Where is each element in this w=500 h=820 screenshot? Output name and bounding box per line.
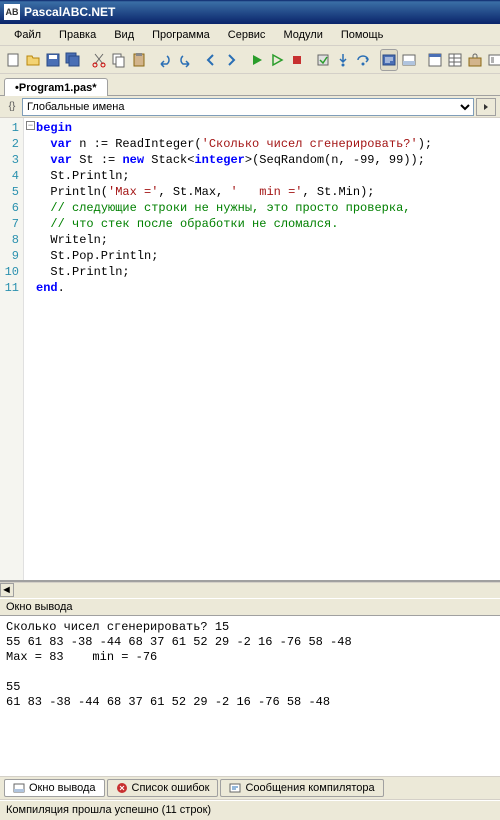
line-gutter: 1234567891011 xyxy=(0,118,24,580)
run-no-debug-button[interactable] xyxy=(268,49,286,71)
code-line[interactable]: end. xyxy=(36,280,500,296)
output-header-label: Окно вывода xyxy=(6,601,73,613)
step-into-button[interactable] xyxy=(334,49,352,71)
titlebar: AB PascalABC.NET xyxy=(0,0,500,24)
editor: 1234567891011 begin var n := ReadInteger… xyxy=(0,118,500,582)
paste-button[interactable] xyxy=(130,49,148,71)
copy-button[interactable] xyxy=(110,49,128,71)
toolbar xyxy=(0,46,500,74)
file-tab-label: •Program1.pas* xyxy=(15,82,97,94)
output-area[interactable]: Сколько чисел сгенерировать? 15 55 61 83… xyxy=(0,616,500,776)
status-text: Компиляция прошла успешно (11 строк) xyxy=(6,804,211,816)
open-file-button[interactable] xyxy=(24,49,42,71)
code-line[interactable]: St.Println; xyxy=(36,168,500,184)
menu-program[interactable]: Программа xyxy=(144,27,218,43)
file-tab[interactable]: •Program1.pas* xyxy=(4,78,108,96)
line-number: 5 xyxy=(0,184,23,200)
compiler-tab-label: Сообщения компилятора xyxy=(245,782,374,794)
app-icon: AB xyxy=(4,4,20,20)
line-number: 3 xyxy=(0,152,23,168)
menu-edit[interactable]: Правка xyxy=(51,27,104,43)
errors-tab-icon xyxy=(116,782,128,794)
scroll-left-button[interactable]: ◄ xyxy=(0,583,14,597)
project-explorer-button[interactable] xyxy=(486,49,500,71)
errors-tab-label: Список ошибок xyxy=(132,782,210,794)
output-panel-button[interactable] xyxy=(400,49,418,71)
line-number: 4 xyxy=(0,168,23,184)
menu-modules[interactable]: Модули xyxy=(275,27,330,43)
compile-button[interactable] xyxy=(314,49,332,71)
line-number: 6 xyxy=(0,200,23,216)
code-line[interactable]: var St := new Stack<integer>(SeqRandom(n… xyxy=(36,152,500,168)
code-line[interactable]: begin xyxy=(36,120,500,136)
menubar: Файл Правка Вид Программа Сервис Модули … xyxy=(0,24,500,46)
menu-service[interactable]: Сервис xyxy=(220,27,274,43)
intellisense-button[interactable] xyxy=(380,49,398,71)
compiler-tab-icon xyxy=(229,782,241,794)
cut-button[interactable] xyxy=(90,49,108,71)
navigate-back-button[interactable] xyxy=(202,49,220,71)
line-number: 9 xyxy=(0,248,23,264)
output-tab-label: Окно вывода xyxy=(29,782,96,794)
toolbox-button[interactable] xyxy=(466,49,484,71)
line-number: 8 xyxy=(0,232,23,248)
tab-bar: •Program1.pas* xyxy=(0,74,500,96)
undo-button[interactable] xyxy=(156,49,174,71)
errors-tab[interactable]: Список ошибок xyxy=(107,779,219,797)
scope-dropdown[interactable]: Глобальные имена xyxy=(22,98,474,116)
step-over-button[interactable] xyxy=(354,49,372,71)
code-line[interactable]: Writeln; xyxy=(36,232,500,248)
output-tab-icon xyxy=(13,782,25,794)
new-file-button[interactable] xyxy=(4,49,22,71)
run-button[interactable] xyxy=(248,49,266,71)
menu-help[interactable]: Помощь xyxy=(333,27,392,43)
save-button[interactable] xyxy=(44,49,62,71)
line-number: 11 xyxy=(0,280,23,296)
line-number: 7 xyxy=(0,216,23,232)
fold-toggle[interactable]: − xyxy=(26,121,35,130)
scope-icon: {} xyxy=(4,99,20,115)
compiler-tab[interactable]: Сообщения компилятора xyxy=(220,779,383,797)
code-line[interactable]: St.Println; xyxy=(36,264,500,280)
code-line[interactable]: var n := ReadInteger('Сколько чисел сген… xyxy=(36,136,500,152)
line-number: 1 xyxy=(0,120,23,136)
form-designer-button[interactable] xyxy=(426,49,444,71)
code-line[interactable]: // следующие строки не нужны, это просто… xyxy=(36,200,500,216)
stop-button[interactable] xyxy=(288,49,306,71)
navigate-forward-button[interactable] xyxy=(222,49,240,71)
properties-button[interactable] xyxy=(446,49,464,71)
statusbar: Компиляция прошла успешно (11 строк) xyxy=(0,800,500,820)
redo-button[interactable] xyxy=(176,49,194,71)
code-line[interactable]: Println('Max =', St.Max, ' min =', St.Mi… xyxy=(36,184,500,200)
app-title: PascalABC.NET xyxy=(24,5,115,19)
bottom-tabs: Окно вывода Список ошибок Сообщения комп… xyxy=(0,776,500,800)
output-header: Окно вывода xyxy=(0,598,500,616)
menu-file[interactable]: Файл xyxy=(6,27,49,43)
output-tab[interactable]: Окно вывода xyxy=(4,779,105,797)
horizontal-scrollbar[interactable]: ◄ xyxy=(0,582,500,598)
code-line[interactable]: St.Pop.Println; xyxy=(36,248,500,264)
save-all-button[interactable] xyxy=(64,49,82,71)
scope-bar: {} Глобальные имена xyxy=(0,96,500,118)
code-line[interactable]: // что стек после обработки не сломался. xyxy=(36,216,500,232)
code-area[interactable]: begin var n := ReadInteger('Сколько чисе… xyxy=(24,118,500,580)
scope-nav-button[interactable] xyxy=(476,98,496,116)
menu-view[interactable]: Вид xyxy=(106,27,142,43)
line-number: 10 xyxy=(0,264,23,280)
line-number: 2 xyxy=(0,136,23,152)
